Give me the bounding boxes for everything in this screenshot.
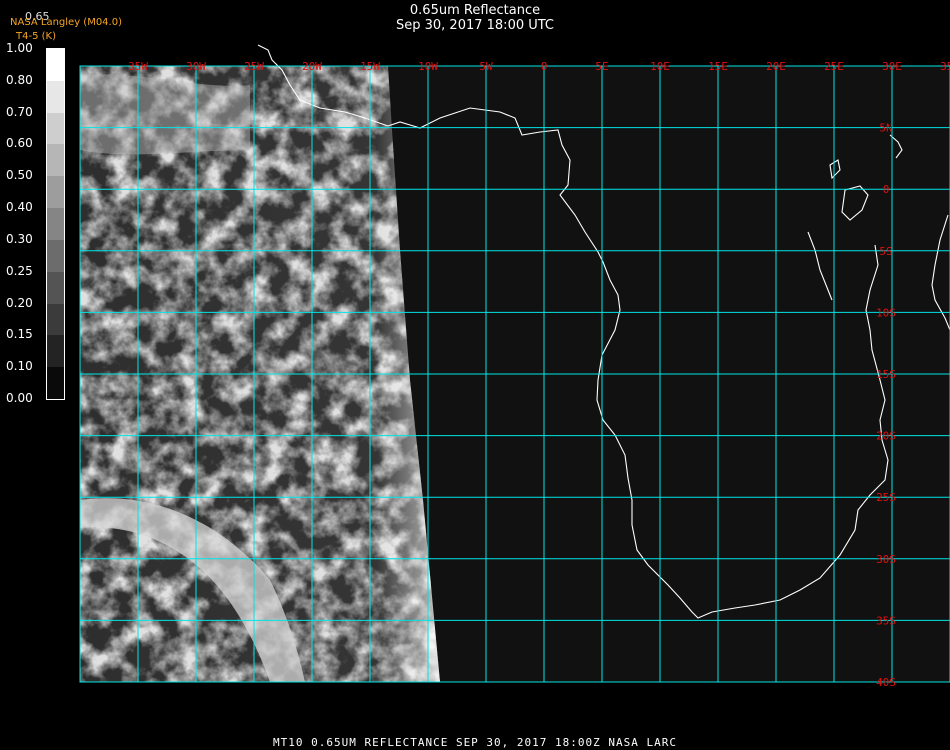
latitude-label: 0 [883, 183, 890, 196]
latitude-label: 40S [876, 676, 896, 689]
colorbar-tick-label: 0.10 [6, 359, 33, 374]
longitude-label: 15E [708, 60, 728, 73]
colorbar-segment [47, 80, 64, 113]
colorbar-segment [47, 239, 64, 272]
longitude-label: 0 [541, 60, 548, 73]
colorbar-segment [47, 176, 64, 209]
latitude-label: 30S [876, 553, 896, 566]
longitude-label: 25E [824, 60, 844, 73]
colorbar-segment [47, 303, 64, 336]
colorbar-tick-label: 0.50 [6, 168, 33, 183]
colorbar-tick-label: 0.80 [6, 72, 33, 87]
latitude-label: 15S [876, 368, 896, 381]
longitude-label: 20E [766, 60, 786, 73]
longitude-label: 5E [595, 60, 608, 73]
colorbar-tick-label: 0.70 [6, 104, 33, 119]
colorbar-segment [47, 271, 64, 304]
latitude-label: 35S [876, 614, 896, 627]
credit-label: NASA Langley (M04.0) [10, 17, 122, 28]
latitude-label: 5S [879, 245, 892, 258]
image-datetime: Sep 30, 2017 18:00 UTC [395, 18, 555, 33]
colorbar-segment [47, 49, 64, 81]
longitude-label: 35E [940, 60, 950, 73]
longitude-label: 25W [244, 60, 264, 73]
colorbar-tick-label: 0.15 [6, 327, 33, 342]
colorbar-tick-label: 0.40 [6, 200, 33, 215]
longitude-label: 10W [418, 60, 438, 73]
longitude-label: 5W [479, 60, 493, 73]
colorbar-tick-label: 1.00 [6, 41, 33, 55]
colorbar-segment [47, 208, 64, 240]
latitude-label: 5N [879, 122, 892, 135]
colorbar-segment [47, 367, 64, 399]
colorbar-tick-label: 0.30 [6, 231, 33, 246]
latitude-label: 20S [876, 430, 896, 443]
image-title: 0.65um Reflectance [409, 3, 541, 18]
colorbar-segment [47, 144, 64, 177]
longitude-label: 20W [302, 60, 322, 73]
colorbar-tick-label: 0.25 [6, 263, 33, 278]
colorbar-tick-label: 0.60 [6, 136, 33, 151]
colorbar-tick-label: 0.00 [6, 391, 33, 405]
latitude-label: 10S [876, 306, 896, 319]
colorbar-segment [47, 112, 64, 145]
colorbar [46, 48, 65, 400]
latitude-label: 25S [876, 491, 896, 504]
longitude-label: 30E [882, 60, 902, 73]
satellite-map: 35W 30W 25W 20W 15W 10W 5W 0 5E 10E 15E 20E 25E 30E 3 5… [79, 44, 950, 689]
footer-caption: MT10 0.65UM REFLECTANCE SEP 30, 2017 18:… [273, 736, 677, 749]
colorbar-tick-label: 0.20 [6, 295, 33, 310]
colorbar-segment [47, 335, 64, 368]
longitude-label: 30W [186, 60, 206, 73]
longitude-label: 15W [360, 60, 380, 73]
longitude-label: 35W [128, 60, 148, 73]
longitude-label: 10E [650, 60, 670, 73]
